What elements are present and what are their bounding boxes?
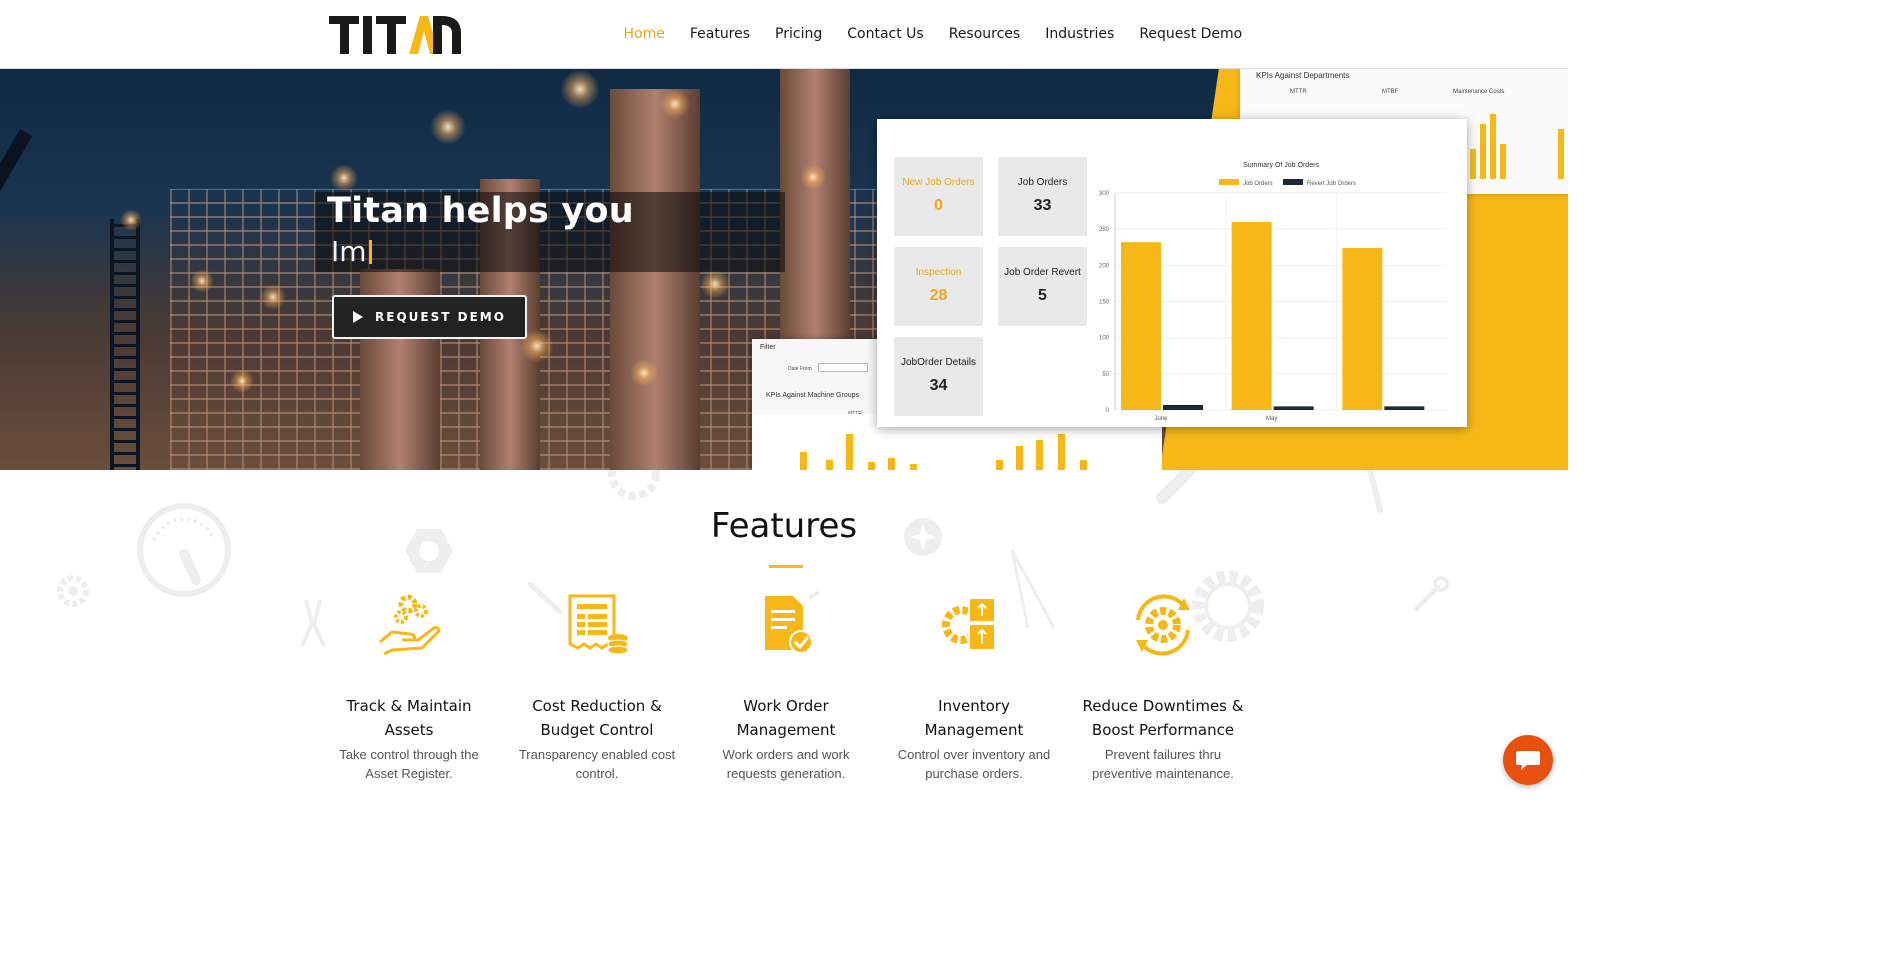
- stat-card-new-job-orders: New Job Orders 0: [894, 157, 983, 236]
- nav-pricing[interactable]: Pricing: [763, 0, 835, 69]
- dashboard-screenshot: New Job Orders 0 Job Orders 33 Inspectio…: [877, 119, 1467, 427]
- feature-inventory-management: Inventory Management Control over invento…: [874, 590, 1074, 783]
- stat-card-joborder-details: JobOrder Details 34: [894, 337, 983, 416]
- titan-logo[interactable]: [329, 13, 461, 57]
- request-demo-button[interactable]: REQUEST DEMO: [332, 295, 527, 339]
- filter-title: Filter: [760, 344, 776, 351]
- legend-label: Revert Job Orders: [1307, 181, 1356, 187]
- feature-heading: Inventory Management: [924, 697, 1024, 739]
- job-orders-chart: Summary Of Job Orders Job Orders Revert Jo…: [1087, 157, 1457, 427]
- chart-title: Summary Of Job Orders: [1243, 162, 1319, 169]
- mast-silhouette: [110, 219, 140, 470]
- gear-icon: [57, 575, 89, 607]
- refinery-tower: [610, 89, 700, 470]
- gear-cycle-icon: [1136, 594, 1190, 656]
- x-tick-label: May: [1266, 416, 1277, 422]
- feature-heading: Track & Maintain Assets: [346, 697, 472, 739]
- features-title: Features: [710, 506, 858, 546]
- stat-card-job-orders: Job Orders 33: [998, 157, 1087, 236]
- typing-caret: [368, 240, 372, 264]
- nav-industries[interactable]: Industries: [1033, 0, 1127, 69]
- nav-resources[interactable]: Resources: [936, 0, 1033, 69]
- x-tick-label: June: [1154, 416, 1168, 422]
- request-demo-label: REQUEST DEMO: [375, 310, 506, 324]
- feature-description: Control over inventory and purchase order…: [897, 747, 1051, 781]
- typed-text-value: Im: [331, 235, 367, 268]
- bar-job-orders: [1342, 247, 1383, 410]
- inventory-gear-icon: [942, 597, 996, 651]
- nav-request-demo[interactable]: Request Demo: [1127, 0, 1255, 69]
- feature-description: Work orders and work requests generation.: [722, 747, 850, 781]
- legend-swatch: [1219, 179, 1239, 185]
- nav-home[interactable]: Home: [611, 0, 677, 69]
- feature-cost-reduction: Cost Reduction & Budget Control Transpare…: [497, 590, 697, 783]
- play-icon: [353, 311, 364, 323]
- hero-title: Titan helps you: [327, 191, 634, 231]
- main-nav: Home Features Pricing Contact Us Resourc…: [611, 0, 1255, 69]
- bar-revert-job-orders: [1384, 406, 1425, 410]
- bar-revert-job-orders: [1273, 406, 1314, 410]
- hero-typed-text: Im: [331, 235, 372, 268]
- chat-icon: [1516, 751, 1540, 770]
- features-section: Features Track & Maintain Assets Take con…: [0, 470, 1568, 797]
- crane-silhouette: [0, 129, 33, 470]
- gear-icon: [608, 470, 660, 500]
- stat-card-inspection: Inspection 28: [894, 247, 983, 326]
- feature-heading: Cost Reduction & Budget Control: [532, 697, 662, 739]
- y-tick-label: 250: [1099, 227, 1110, 233]
- legend-label: Job Orders: [1243, 181, 1273, 187]
- y-tick-label: 50: [1102, 372, 1109, 378]
- job-orders-chart-svg: Summary Of Job Orders Job Orders Revert Jo…: [1099, 162, 1447, 422]
- feature-description: Prevent failures thru preventive maintena…: [1092, 747, 1234, 781]
- y-tick-label: 150: [1099, 300, 1110, 306]
- hero-banner: KPIs Against Departments MTTR MTBF Maint…: [0, 69, 1568, 470]
- document-check-icon: [765, 590, 821, 654]
- site-header: Home Features Pricing Contact Us Resourc…: [0, 0, 1568, 69]
- features-title-underline: [769, 565, 803, 568]
- bar-job-orders: [1121, 242, 1161, 410]
- nav-features[interactable]: Features: [677, 0, 762, 69]
- feature-description: Take control through the Asset Register.: [339, 747, 479, 781]
- feature-description: Transparency enabled cost control.: [518, 747, 676, 781]
- bar-job-orders: [1231, 221, 1272, 410]
- stat-card-job-order-revert: Job Order Revert 5: [998, 247, 1087, 326]
- live-chat-button[interactable]: [1503, 735, 1553, 785]
- panel-title: KPIs Against Departments: [1256, 71, 1350, 80]
- feature-work-order-management: Work Order Management Work orders and wor…: [686, 590, 886, 783]
- nav-contact-us[interactable]: Contact Us: [835, 0, 936, 69]
- feature-heading: Reduce Downtimes & Boost Performance: [1082, 697, 1244, 739]
- y-tick-label: 200: [1099, 263, 1110, 269]
- date-from-input[interactable]: [818, 363, 868, 372]
- y-tick-label: 0: [1106, 408, 1110, 414]
- hand-gears-icon: [379, 594, 441, 656]
- feature-reduce-downtimes: Reduce Downtimes & Boost Performance Prev…: [1063, 590, 1263, 783]
- feature-heading: Work Order Management: [736, 697, 836, 739]
- y-tick-label: 100: [1099, 336, 1110, 342]
- wrench-icon: [1413, 576, 1449, 612]
- y-tick-label: 300: [1099, 191, 1110, 197]
- feature-track-maintain-assets: Track & Maintain Assets Take control thro…: [309, 590, 509, 783]
- receipt-coins-icon: [568, 594, 629, 655]
- machine-groups-title: KPIs Against Machine Groups: [766, 392, 859, 399]
- screwdriver-icon: [1156, 470, 1196, 504]
- legend-swatch: [1283, 179, 1303, 185]
- bar-revert-job-orders: [1163, 404, 1203, 410]
